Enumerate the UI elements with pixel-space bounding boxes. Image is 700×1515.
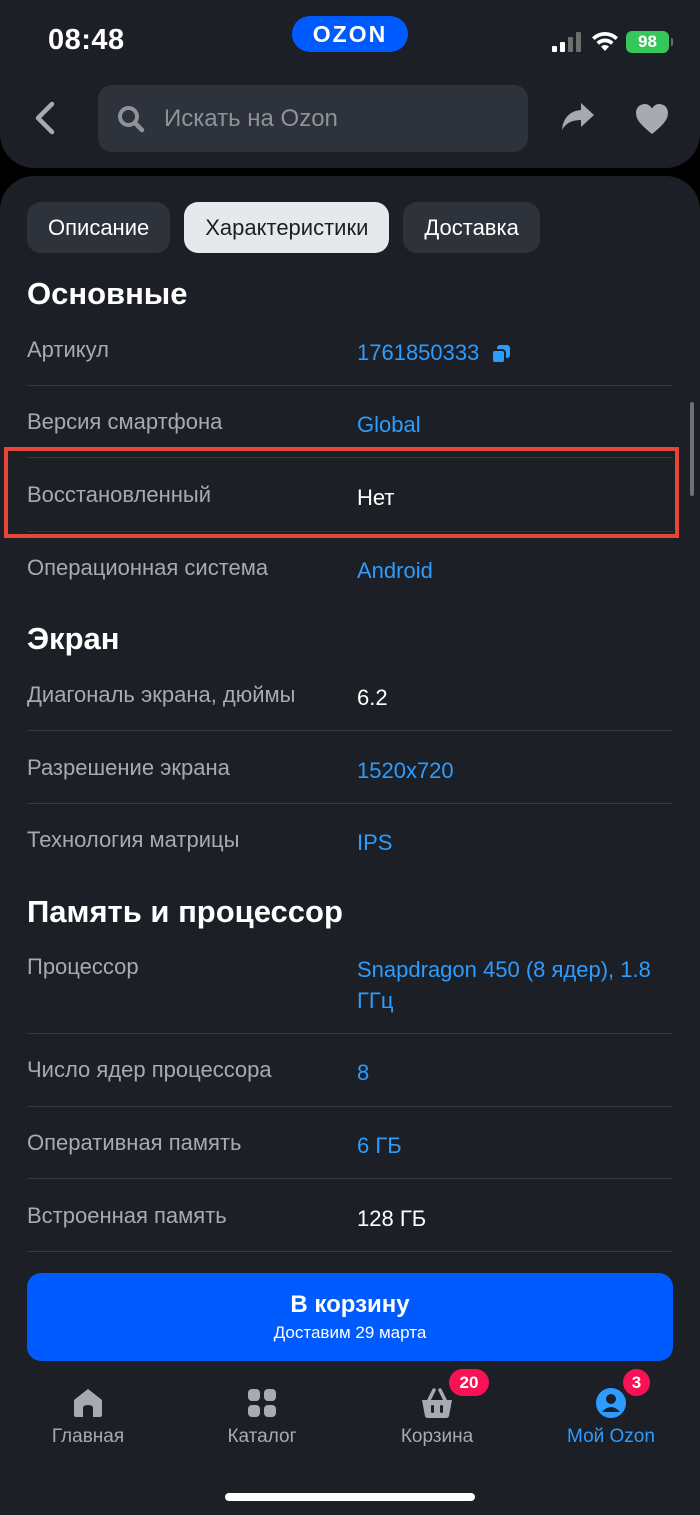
- characteristics-panel: Описание Характеристики Доставка Основны…: [0, 176, 700, 1515]
- spec-label: Процессор: [27, 954, 139, 979]
- cart-count-badge: 20: [449, 1369, 489, 1396]
- tab-characteristics[interactable]: Характеристики: [184, 202, 390, 253]
- bottom-navbar: Главная Каталог Корзина 20 Мой Ozon 3: [0, 1369, 700, 1466]
- nav-label: Мой Ozon: [567, 1426, 655, 1447]
- spec-label: Версия смартфона: [27, 409, 223, 434]
- spec-label: Диагональ экрана, дюймы: [27, 682, 296, 707]
- divider: [27, 1178, 673, 1179]
- heart-icon[interactable]: [634, 102, 670, 136]
- share-icon[interactable]: [560, 100, 596, 134]
- spec-label: Оперативная память: [27, 1130, 242, 1155]
- spec-label: Операционная система: [27, 555, 269, 580]
- copy-icon[interactable]: [491, 344, 511, 365]
- spec-value[interactable]: IPS: [357, 827, 673, 858]
- spec-label: Технология матрицы: [27, 827, 240, 852]
- catalog-grid-icon: [248, 1389, 276, 1417]
- nav-label: Главная: [51, 1426, 125, 1447]
- nav-item-cart[interactable]: Корзина 20: [357, 1369, 517, 1448]
- tab-delivery[interactable]: Доставка: [403, 202, 540, 253]
- screen: 08:48 OZON 98 Искать на Ozon Описание Ха…: [0, 0, 700, 1515]
- divider: [27, 385, 673, 386]
- divider: [27, 803, 673, 804]
- tabs: Описание Характеристики Доставка: [27, 202, 540, 253]
- user-profile-icon: [596, 1388, 626, 1418]
- section-title-screen: Экран: [27, 621, 120, 656]
- highlight-box: [4, 447, 679, 538]
- spec-value[interactable]: Android: [357, 555, 673, 586]
- basket-icon: [422, 1388, 452, 1418]
- search-icon: [118, 105, 145, 132]
- battery-indicator: 98: [626, 31, 673, 53]
- cellular-signal-icon: [552, 32, 581, 52]
- spec-value: 128 ГБ: [357, 1206, 427, 1231]
- nav-label: Каталог: [227, 1426, 297, 1447]
- ozon-logo: OZON: [292, 16, 408, 52]
- status-time: 08:48: [48, 24, 125, 56]
- section-title-basic: Основные: [27, 276, 188, 311]
- nav-item-home[interactable]: Главная: [8, 1376, 168, 1448]
- home-icon: [74, 1389, 102, 1417]
- divider: [27, 1251, 673, 1252]
- spec-label: Число ядер процессора: [27, 1057, 272, 1082]
- divider: [27, 1033, 673, 1034]
- spec-value[interactable]: 1520x720: [357, 755, 673, 786]
- spec-label: Разрешение экрана: [27, 755, 230, 780]
- add-to-cart-label: В корзину: [290, 1291, 410, 1318]
- search-input[interactable]: Искать на Ozon: [98, 85, 528, 152]
- nav-label: Корзина: [400, 1426, 474, 1447]
- divider: [27, 1106, 673, 1107]
- spec-value-article[interactable]: 1761850333: [357, 337, 673, 368]
- top-header: 08:48 OZON 98 Искать на Ozon: [0, 0, 700, 168]
- spec-value: 6.2: [357, 685, 388, 710]
- spec-value[interactable]: 8: [357, 1057, 673, 1088]
- scrollbar[interactable]: [690, 402, 694, 496]
- notification-badge: 3: [623, 1369, 650, 1396]
- home-indicator: [225, 1493, 475, 1501]
- spec-label: Артикул: [27, 337, 110, 362]
- wifi-icon: [592, 31, 618, 51]
- delivery-date: Доставим 29 марта: [273, 1323, 427, 1342]
- nav-item-catalog[interactable]: Каталог: [182, 1376, 342, 1448]
- spec-value[interactable]: 6 ГБ: [357, 1130, 673, 1161]
- spec-label: Встроенная память: [27, 1203, 227, 1228]
- back-arrow-icon[interactable]: [30, 98, 62, 138]
- search-placeholder: Искать на Ozon: [164, 104, 338, 132]
- divider: [27, 730, 673, 731]
- spec-value[interactable]: Global: [357, 409, 673, 440]
- section-title-memory: Память и процессор: [27, 894, 343, 929]
- nav-item-my-ozon[interactable]: Мой Ozon 3: [531, 1369, 691, 1448]
- tab-description[interactable]: Описание: [27, 202, 171, 253]
- add-to-cart-button[interactable]: В корзину Доставим 29 марта: [27, 1273, 673, 1361]
- spec-value[interactable]: Snapdragon 450 (8 ядер), 1.8 ГГц: [357, 954, 673, 1016]
